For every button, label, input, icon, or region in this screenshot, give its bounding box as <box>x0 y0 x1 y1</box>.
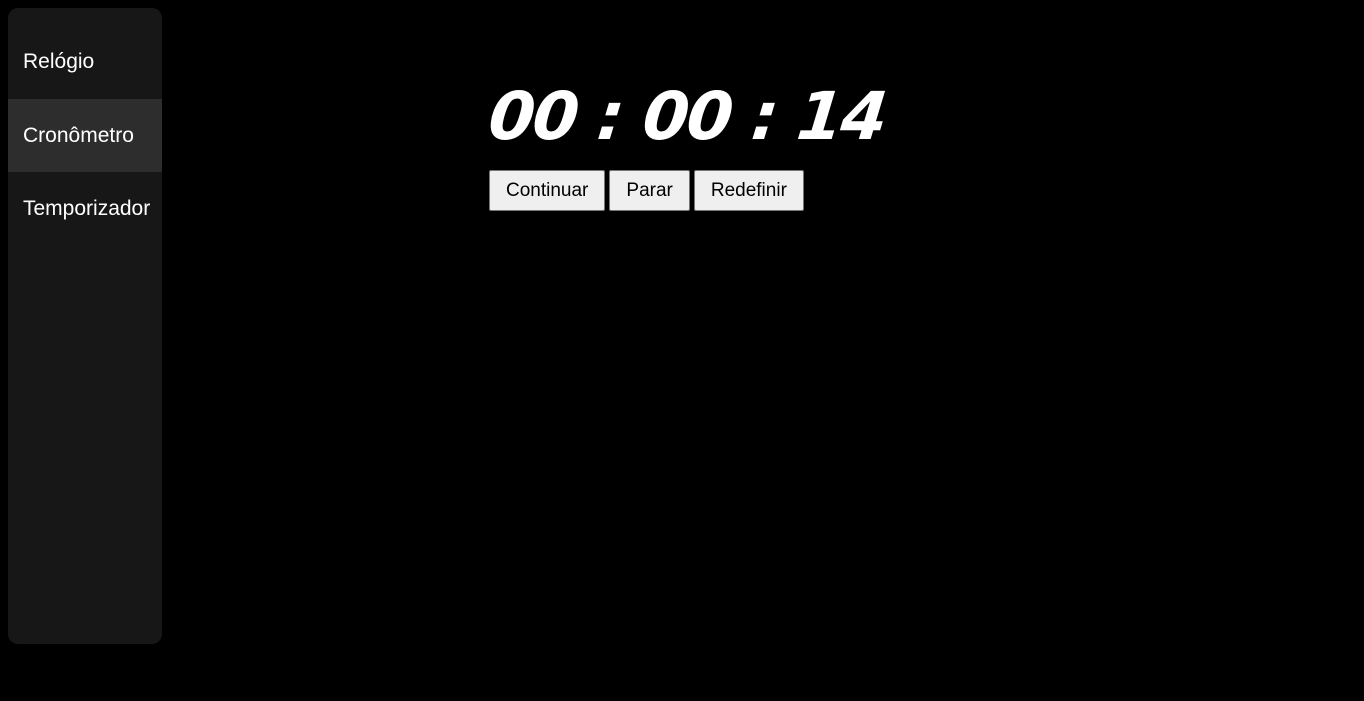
stopwatch-panel: 00 : 00 : 14 Continuar Parar Redefinir <box>485 78 889 211</box>
stopwatch-time-display: 00 : 00 : 14 <box>485 78 890 155</box>
reset-button[interactable]: Redefinir <box>693 170 804 211</box>
stop-button[interactable]: Parar <box>609 170 690 211</box>
continue-button[interactable]: Continuar <box>489 170 606 211</box>
stopwatch-controls: Continuar Parar Redefinir <box>489 170 804 211</box>
sidebar-item-temporizador[interactable]: Temporizador <box>8 172 162 245</box>
sidebar: Relógio Cronômetro Temporizador <box>8 8 162 644</box>
sidebar-item-cronometro[interactable]: Cronômetro <box>8 99 162 172</box>
sidebar-item-relogio[interactable]: Relógio <box>8 8 162 99</box>
